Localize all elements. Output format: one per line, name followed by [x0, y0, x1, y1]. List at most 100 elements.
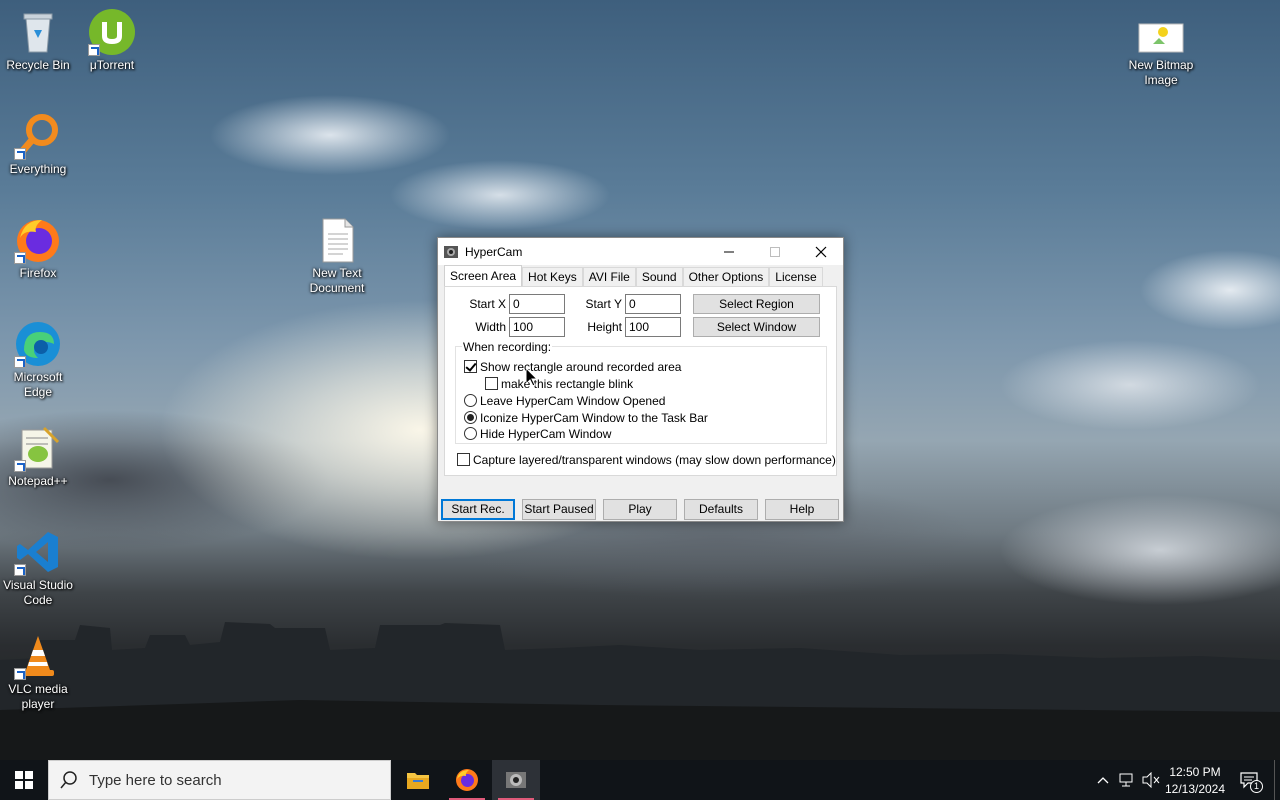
desktop-icon-utorrent[interactable]: μTorrent	[74, 8, 150, 73]
hypercam-app-icon	[444, 245, 458, 258]
capture-layered-checkbox[interactable]	[457, 453, 470, 466]
volume-muted-icon	[1142, 772, 1160, 788]
shortcut-arrow-icon	[14, 148, 26, 160]
desktop-icon-label: New Bitmap Image	[1128, 58, 1194, 87]
shortcut-arrow-icon	[14, 460, 26, 472]
tab-sound[interactable]: Sound	[635, 267, 683, 286]
close-icon	[815, 246, 827, 257]
desktop-icon-label: Everything	[9, 162, 67, 176]
blink-label[interactable]: make this rectangle blink	[501, 377, 633, 391]
desktop-icon-label: VLC media player	[8, 682, 68, 711]
close-button[interactable]	[798, 238, 844, 265]
desktop-icon-everything[interactable]: Everything	[0, 112, 76, 177]
desktop-icon-recycle-bin[interactable]: Recycle Bin	[0, 8, 76, 73]
tray-show-hidden-icons[interactable]	[1094, 760, 1112, 800]
recycle-bin-icon	[14, 8, 62, 56]
desktop-icon-vlc[interactable]: VLC media player	[0, 632, 76, 712]
show-desktop-button[interactable]	[1274, 760, 1280, 800]
minimize-icon	[724, 251, 734, 252]
show-rectangle-checkbox[interactable]	[464, 360, 477, 373]
tray-notifications[interactable]: 1	[1234, 760, 1264, 800]
maximize-icon	[770, 246, 780, 257]
start-y-label: Start Y	[585, 297, 622, 311]
tab-strip: Screen Area Hot Keys AVI File Sound Othe…	[444, 265, 823, 286]
start-paused-button[interactable]: Start Paused	[522, 499, 596, 520]
capture-layered-label[interactable]: Capture layered/transparent windows (may…	[473, 453, 836, 467]
windows-logo-icon	[15, 771, 33, 789]
notification-count-badge: 1	[1250, 780, 1263, 793]
chevron-up-icon	[1097, 777, 1109, 784]
firefox-icon	[456, 769, 478, 791]
desktop-icon-label: μTorrent	[89, 58, 135, 72]
minimize-button[interactable]	[706, 238, 752, 265]
shortcut-arrow-icon	[88, 44, 100, 56]
taskbar: Type here to search 12:50 PM 12/13/2024 …	[0, 760, 1280, 800]
select-region-button[interactable]: Select Region	[693, 294, 820, 314]
tray-volume[interactable]	[1140, 760, 1162, 800]
shortcut-arrow-icon	[14, 252, 26, 264]
desktop-icon-label: Recycle Bin	[6, 58, 70, 72]
play-button[interactable]: Play	[603, 499, 677, 520]
network-icon	[1119, 773, 1133, 787]
height-input[interactable]: 100	[625, 317, 681, 337]
tab-screen-area[interactable]: Screen Area	[444, 265, 523, 286]
tray-clock[interactable]: 12:50 PM 12/13/2024	[1162, 763, 1228, 797]
blink-checkbox[interactable]	[485, 377, 498, 390]
hypercam-app-icon	[506, 772, 526, 788]
help-button[interactable]: Help	[765, 499, 839, 520]
width-label: Width	[475, 320, 506, 334]
utorrent-icon	[88, 8, 136, 56]
iconize-label[interactable]: Iconize HyperCam Window to the Task Bar	[480, 411, 708, 425]
window-titlebar[interactable]: HyperCam	[438, 238, 843, 265]
desktop-icon-label: Microsoft Edge	[13, 370, 63, 399]
leave-opened-label[interactable]: Leave HyperCam Window Opened	[480, 394, 665, 408]
city-skyline	[0, 622, 1280, 760]
start-x-input[interactable]: 0	[509, 294, 565, 314]
search-icon	[60, 771, 77, 789]
desktop-icon-firefox[interactable]: Firefox	[0, 216, 76, 281]
search-placeholder: Type here to search	[89, 771, 222, 789]
desktop-icon-notepadpp[interactable]: Notepad++	[0, 424, 76, 489]
start-rec-button[interactable]: Start Rec.	[441, 499, 515, 520]
width-input[interactable]: 100	[509, 317, 565, 337]
iconize-radio[interactable]	[464, 411, 477, 424]
desktop-icon-edge[interactable]: Microsoft Edge	[0, 320, 76, 400]
when-recording-label: When recording:	[462, 340, 553, 354]
taskbar-hypercam[interactable]	[492, 760, 540, 800]
defaults-button[interactable]: Defaults	[684, 499, 758, 520]
select-window-button[interactable]: Select Window	[693, 317, 820, 337]
desktop-icon-label: Visual Studio Code	[3, 578, 73, 607]
desktop-icon-vscode[interactable]: Visual Studio Code	[0, 528, 76, 608]
start-button[interactable]	[0, 760, 48, 800]
show-rectangle-label[interactable]: Show rectangle around recorded area	[480, 360, 681, 374]
hide-window-radio[interactable]	[464, 427, 477, 440]
start-x-label: Start X	[469, 297, 506, 311]
tab-other-options[interactable]: Other Options	[682, 267, 770, 286]
tray-network[interactable]	[1116, 760, 1138, 800]
tray-date: 12/13/2024	[1164, 782, 1226, 796]
desktop-icon-label: Notepad++	[8, 474, 68, 488]
tab-hot-keys[interactable]: Hot Keys	[522, 267, 583, 286]
desktop-icon-label: Firefox	[19, 266, 57, 280]
desktop-icon-new-text-document[interactable]: New Text Document	[299, 216, 375, 296]
start-y-input[interactable]: 0	[625, 294, 681, 314]
tab-avi-file[interactable]: AVI File	[582, 267, 636, 286]
vscode-icon	[14, 528, 62, 576]
bitmap-image-icon	[1137, 8, 1185, 56]
vlc-cone-icon	[14, 632, 62, 680]
firefox-icon	[14, 216, 62, 264]
hide-window-label[interactable]: Hide HyperCam Window	[480, 427, 611, 441]
shortcut-arrow-icon	[14, 668, 26, 680]
taskbar-file-explorer[interactable]	[394, 760, 442, 800]
edge-icon	[14, 320, 62, 368]
taskbar-search-box[interactable]: Type here to search	[48, 760, 391, 800]
maximize-button[interactable]	[752, 238, 798, 265]
tray-time: 12:50 PM	[1169, 765, 1221, 779]
desktop-icon-label: New Text Document	[309, 266, 365, 295]
taskbar-firefox[interactable]	[443, 760, 491, 800]
tab-license[interactable]: License	[769, 267, 823, 286]
leave-opened-radio[interactable]	[464, 394, 477, 407]
shortcut-arrow-icon	[14, 356, 26, 368]
desktop-icon-new-bitmap-image[interactable]: New Bitmap Image	[1123, 8, 1199, 88]
height-label: Height	[587, 320, 622, 334]
